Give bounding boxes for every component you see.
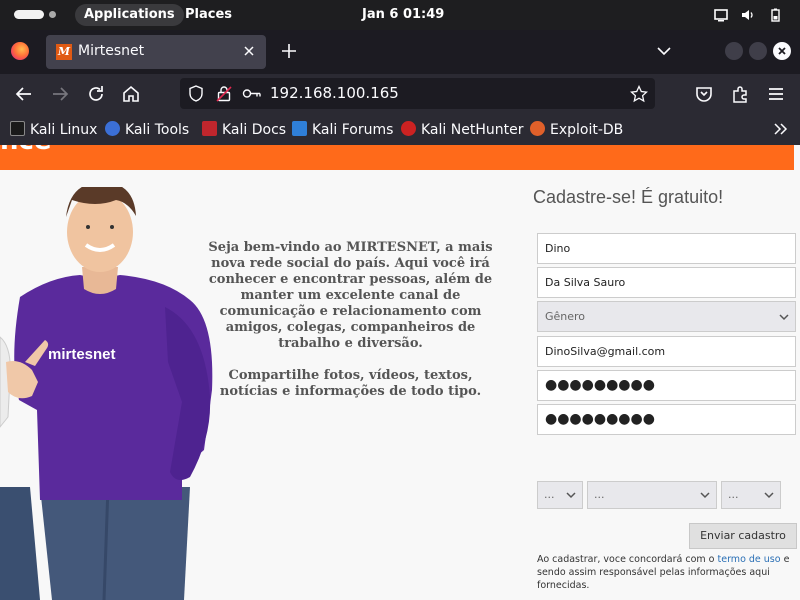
workspace-indicator[interactable] — [14, 10, 44, 19]
display-icon[interactable] — [714, 8, 728, 22]
bookmark-label: Kali NetHunter — [421, 122, 524, 138]
chevron-down-icon — [700, 492, 710, 499]
password-confirm-input[interactable]: ●●●●●●●●● — [537, 404, 796, 435]
welcome-paragraph: Seja bem-vindo ao MIRTESNET, a mais nova… — [208, 240, 493, 351]
address-bar[interactable]: 192.168.100.165 — [180, 78, 655, 109]
close-icon — [778, 47, 786, 55]
new-tab-icon[interactable] — [280, 42, 298, 60]
bookmark-kali-nethunter[interactable]: Kali NetHunter — [401, 121, 523, 139]
forward-icon[interactable] — [50, 84, 70, 104]
volume-icon[interactable] — [741, 8, 755, 22]
bookmark-label: Kali Docs — [222, 122, 287, 138]
extensions-icon[interactable] — [730, 84, 750, 104]
battery-icon[interactable] — [768, 8, 782, 22]
signup-form: Cadastre-se! É gratuito! Dino Da Silva S… — [533, 187, 798, 591]
home-icon[interactable] — [121, 84, 141, 104]
birth-year-value: ... — [728, 488, 739, 501]
reload-icon[interactable] — [86, 84, 106, 104]
terms-text-before: Ao cadastrar, voce concordará com o — [537, 554, 718, 565]
bookmark-label: Kali Forums — [312, 122, 394, 138]
kali-forums-icon — [292, 121, 307, 136]
signup-heading: Cadastre-se! É gratuito! — [533, 187, 724, 207]
bookmark-label: Kali Linux — [30, 122, 98, 138]
back-icon[interactable] — [14, 84, 34, 104]
workspace-dot[interactable] — [49, 11, 56, 18]
share-paragraph: Compartilhe fotos, vídeos, textos, notíc… — [219, 368, 482, 399]
bookmark-exploit-db[interactable]: Exploit-DB — [530, 121, 623, 139]
terms-link[interactable]: termo de uso — [718, 554, 781, 565]
navigation-toolbar: 192.168.100.165 — [0, 74, 800, 114]
bookmark-label: Exploit-DB — [550, 122, 624, 138]
birth-day-select[interactable]: ... — [537, 481, 583, 509]
bookmarks-overflow-icon[interactable] — [772, 121, 788, 137]
chevron-down-icon[interactable] — [656, 43, 672, 59]
tab-title: Mirtesnet — [78, 43, 145, 59]
key-icon[interactable] — [242, 87, 262, 100]
header-banner: nce — [0, 145, 794, 170]
gender-select[interactable]: Gênero — [537, 301, 796, 332]
exploit-db-icon — [530, 121, 545, 136]
first-name-input[interactable]: Dino — [537, 233, 796, 264]
pocket-icon[interactable] — [694, 84, 714, 104]
system-top-bar: Applications Places Jan 6 01:49 — [0, 0, 800, 30]
url-text[interactable]: 192.168.100.165 — [270, 84, 399, 102]
kali-tools-icon — [105, 121, 120, 136]
bookmark-kali-docs[interactable]: Kali Docs — [202, 121, 286, 139]
kali-nethunter-icon — [401, 121, 416, 136]
minimize-button[interactable] — [725, 42, 743, 60]
web-page: nce mirtesnet Seja bem-vindo ao MIRTESNE… — [0, 145, 800, 600]
kali-docs-icon — [202, 121, 217, 136]
bookmarks-toolbar: Kali Linux Kali Tools Kali Docs Kali For… — [0, 114, 800, 145]
bookmark-kali-forums[interactable]: Kali Forums — [292, 121, 393, 139]
submit-button[interactable]: Enviar cadastro — [689, 523, 797, 549]
close-tab-icon[interactable] — [240, 42, 258, 60]
birth-month-value: ... — [594, 488, 605, 501]
last-name-input[interactable]: Da Silva Sauro — [537, 267, 796, 298]
firefox-icon[interactable] — [11, 42, 29, 60]
chevron-down-icon — [779, 314, 789, 321]
applications-menu[interactable]: Applications — [75, 4, 184, 26]
password-input[interactable]: ●●●●●●●●● — [537, 370, 796, 401]
birth-day-value: ... — [544, 488, 555, 501]
birth-year-select[interactable]: ... — [721, 481, 781, 509]
bookmark-label: Kali Tools — [125, 122, 190, 138]
kali-dragon-icon — [10, 121, 25, 136]
hero-person-image: mirtesnet — [0, 187, 213, 600]
shield-icon[interactable] — [188, 85, 204, 102]
maximize-button[interactable] — [749, 42, 767, 60]
chevron-down-icon — [764, 492, 774, 499]
bookmark-kali-tools[interactable]: Kali Tools — [105, 121, 189, 139]
chevron-down-icon — [566, 492, 576, 499]
birth-month-select[interactable]: ... — [587, 481, 717, 509]
close-window-button[interactable] — [773, 42, 791, 60]
lock-warning-icon[interactable] — [216, 85, 232, 102]
tab-mirtesnet[interactable]: M Mirtesnet — [46, 35, 266, 69]
hamburger-menu-icon[interactable] — [766, 84, 786, 104]
bookmark-kali-linux[interactable]: Kali Linux — [10, 121, 97, 139]
bookmark-star-icon[interactable] — [630, 85, 648, 103]
site-logo-fragment: nce — [0, 145, 80, 151]
welcome-text: Seja bem-vindo ao MIRTESNET, a mais nova… — [208, 240, 493, 416]
places-menu[interactable]: Places — [185, 4, 232, 26]
email-input[interactable]: DinoSilva@gmail.com — [537, 336, 796, 367]
gender-select-value: Gênero — [545, 310, 586, 323]
terms-notice: Ao cadastrar, voce concordará com o term… — [537, 553, 799, 592]
shirt-logo-text: mirtesnet — [48, 346, 116, 363]
clock[interactable]: Jan 6 01:49 — [362, 4, 444, 26]
mirtesnet-favicon-icon: M — [56, 44, 72, 60]
tab-strip: M Mirtesnet — [0, 30, 800, 74]
